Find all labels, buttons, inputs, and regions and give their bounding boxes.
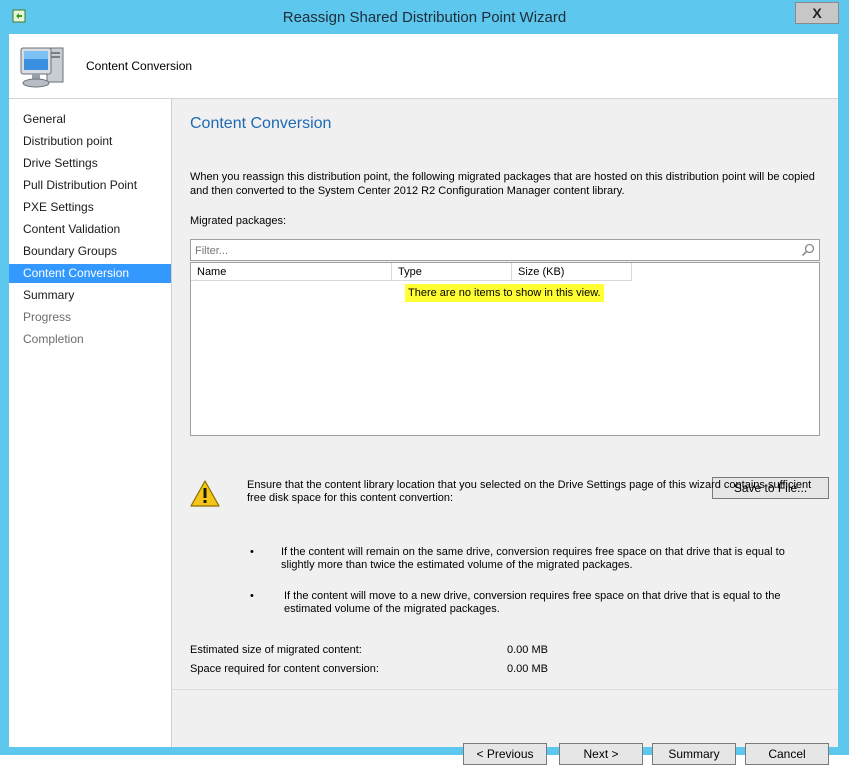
sidebar-item-distribution-point[interactable]: Distribution point [9, 132, 171, 151]
sidebar-item-general[interactable]: General [9, 110, 171, 129]
sidebar-item-drive-settings[interactable]: Drive Settings [9, 154, 171, 173]
next-button[interactable]: Next > [559, 743, 643, 765]
warning-bullet-new-drive: If the content will move to a new drive,… [284, 590, 781, 615]
wizard-window: Reassign Shared Distribution Point Wizar… [0, 0, 849, 765]
sidebar-item-boundary-groups[interactable]: Boundary Groups [9, 242, 171, 261]
page-description: When you reassign this distribution poin… [190, 171, 815, 197]
filter-box [190, 239, 820, 261]
estimated-size-value: 0.00 MB [507, 644, 548, 656]
page-title: Content Conversion [190, 115, 332, 132]
column-header-size[interactable]: Size (KB) [512, 263, 632, 281]
sidebar-item-content-validation[interactable]: Content Validation [9, 220, 171, 239]
computer-icon [20, 47, 64, 88]
previous-button[interactable]: < Previous [463, 743, 547, 765]
sidebar-item-content-conversion[interactable]: Content Conversion [9, 264, 171, 283]
migrated-packages-label: Migrated packages: [190, 215, 286, 227]
space-required-value: 0.00 MB [507, 663, 548, 675]
column-header-name[interactable]: Name [191, 263, 392, 281]
wizard-client-area: Content Conversion General Distribution … [9, 34, 838, 765]
warning-icon [190, 480, 220, 507]
footer-divider [172, 689, 838, 690]
close-icon: X [812, 5, 822, 21]
space-required-label: Space required for content conversion: [190, 663, 379, 675]
bullet-icon: • [250, 590, 254, 602]
wizard-header: Content Conversion [9, 34, 838, 99]
sidebar-item-summary[interactable]: Summary [9, 286, 171, 305]
window-title: Reassign Shared Distribution Point Wizar… [282, 9, 567, 26]
filter-input[interactable] [193, 242, 787, 260]
cancel-button[interactable]: Cancel [745, 743, 829, 765]
sidebar-item-completion: Completion [23, 332, 84, 346]
search-icon[interactable] [801, 243, 815, 257]
bullet-icon: • [250, 546, 254, 558]
sidebar-item-pull-distribution-point[interactable]: Pull Distribution Point [9, 176, 171, 195]
migrated-packages-table[interactable]: Name Type Size (KB) There are no items t… [190, 262, 820, 436]
sidebar-item-progress: Progress [23, 310, 72, 324]
column-header-type[interactable]: Type [392, 263, 512, 281]
empty-table-message: There are no items to show in this view. [405, 284, 604, 302]
wizard-main-panel: Content Conversion When you reassign thi… [172, 99, 838, 765]
warning-bullet-same-drive: If the content will remain on the same d… [281, 546, 785, 571]
close-button[interactable]: X [795, 2, 839, 24]
estimated-size-label: Estimated size of migrated content: [190, 644, 362, 656]
title-bar: Reassign Shared Distribution Point Wizar… [0, 0, 849, 34]
wizard-step-sidebar: General Distribution point Drive Setting… [9, 99, 172, 747]
sidebar-item-pxe-settings[interactable]: PXE Settings [9, 198, 171, 217]
summary-button[interactable]: Summary [652, 743, 736, 765]
header-title: Content Conversion [86, 59, 193, 73]
warning-text: Ensure that the content library location… [247, 479, 812, 504]
